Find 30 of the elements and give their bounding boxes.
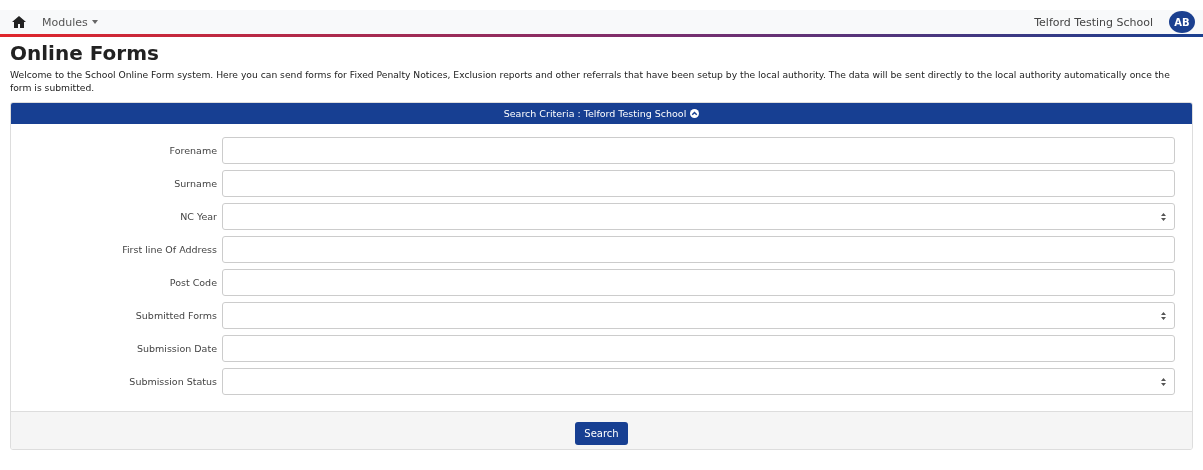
user-avatar[interactable]: AB [1169,11,1195,33]
home-icon[interactable] [12,16,26,28]
input-field[interactable] [222,269,1175,296]
field-label: Submitted Forms [134,310,217,321]
input-field[interactable] [222,335,1175,362]
panel-title: Search Criteria : Telford Testing School [503,108,687,119]
input-field[interactable] [222,170,1175,197]
page-title: Online Forms [10,41,160,65]
collapse-icon[interactable] [690,109,700,118]
select-field[interactable] [222,203,1175,230]
sort-icon [1161,311,1166,320]
caret-icon [91,20,98,24]
field-label: NC Year [179,211,217,222]
field-label: Surname [173,178,217,189]
field-label: Forename [168,145,217,156]
field-label: Post Code [168,277,217,288]
panel-header[interactable]: Search Criteria : Telford Testing School [11,103,1192,124]
search-button[interactable]: Search [575,422,628,445]
school-name: Telford Testing School [1034,15,1153,29]
modules-menu[interactable]: Modules [42,15,98,29]
intro-text: Welcome to the School Online Form system. Here you can send forms for Fixed Penalty Notices, Exclusion reports and other referrals that have been setup by the local authority. The data will be sent directly to the local authority automatically once the form is submitted. [10,68,1171,94]
select-field[interactable] [222,302,1175,329]
input-field[interactable] [222,137,1175,164]
input-field[interactable] [222,236,1175,263]
sort-icon [1161,377,1166,386]
field-label: First line Of Address [121,244,217,255]
sort-icon [1161,212,1166,221]
field-label: Submission Status [128,376,217,387]
field-label: Submission Date [135,343,217,354]
select-field[interactable] [222,368,1175,395]
